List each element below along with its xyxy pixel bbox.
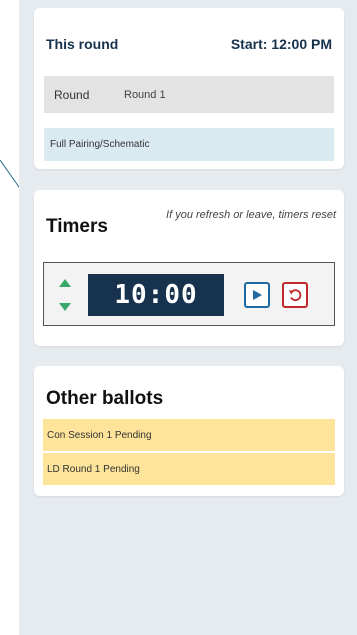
timer-display: 10:00 <box>88 274 224 316</box>
ballot-item[interactable]: Con Session 1 Pending <box>43 419 335 451</box>
timers-note: If you refresh or leave, timers reset <box>166 209 336 221</box>
reset-button[interactable] <box>282 282 308 308</box>
round-label: Round <box>54 87 90 102</box>
full-pairing-link[interactable]: Full Pairing/Schematic <box>44 128 334 161</box>
round-info-row: Round Round 1 <box>44 76 334 113</box>
timers-card: Timers If you refresh or leave, timers r… <box>34 190 344 346</box>
play-button[interactable] <box>244 282 270 308</box>
other-ballots-card: Other ballots Con Session 1 Pending LD R… <box>34 366 344 496</box>
this-round-header: This round Start: 12:00 PM <box>46 36 332 52</box>
play-icon <box>253 290 262 300</box>
up-down-arrows-icon[interactable] <box>58 279 72 311</box>
round-start-time: Start: 12:00 PM <box>230 36 332 52</box>
timers-title: Timers <box>46 216 108 237</box>
other-ballots-title: Other ballots <box>46 388 164 409</box>
this-round-card: This round Start: 12:00 PM Round Round 1… <box>34 8 344 169</box>
arrow-up-icon[interactable] <box>59 279 71 287</box>
this-round-title: This round <box>46 36 119 52</box>
timer-widget: 10:00 <box>43 262 335 326</box>
round-value: Round 1 <box>124 88 166 101</box>
ballot-item[interactable]: LD Round 1 Pending <box>43 453 335 485</box>
arrow-down-icon[interactable] <box>59 303 71 311</box>
reset-icon <box>289 289 302 302</box>
